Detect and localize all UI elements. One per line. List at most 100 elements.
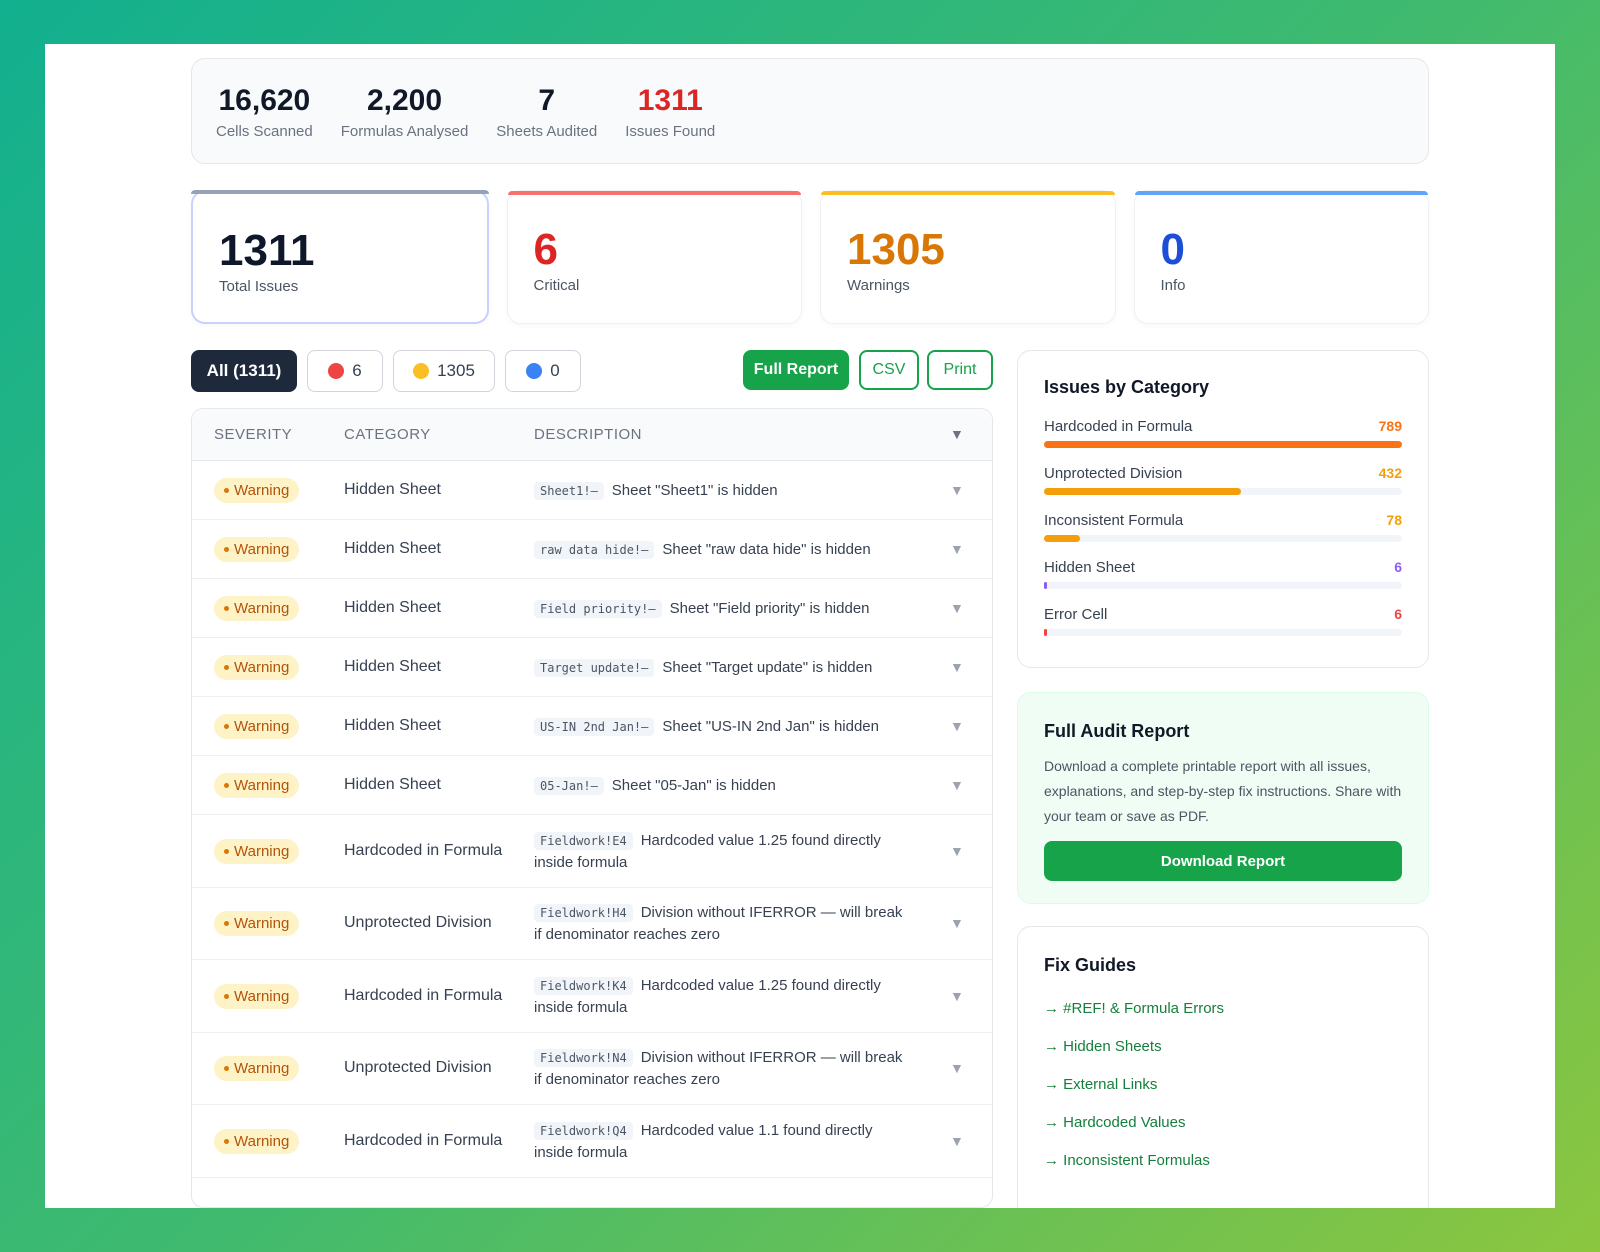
table-row[interactable]: Warning Hidden Sheet 05-Jan!— Sheet "05-Jan…: [192, 756, 992, 815]
severity-badge: Warning: [214, 1056, 300, 1081]
filter-warning[interactable]: 1305: [393, 350, 495, 392]
chevron-down-icon[interactable]: ▼: [950, 988, 964, 1004]
fix-guide-link[interactable]: → External Links: [1044, 1076, 1402, 1093]
table-row[interactable]: Warning Hidden Sheet Field priority!— Sheet…: [192, 579, 992, 638]
severity-badge: Warning: [214, 1128, 300, 1154]
header-category[interactable]: CATEGORY: [344, 426, 431, 443]
filter-critical[interactable]: 6: [307, 350, 383, 392]
severity-badge: Warning: [214, 477, 300, 503]
severity-label: Warning: [234, 1060, 290, 1077]
filter-info[interactable]: 0: [505, 350, 581, 392]
table-row[interactable]: Warning Hidden Sheet Sheet1!— Sheet "Sheet1…: [192, 461, 992, 520]
category-progress-fill: [1044, 582, 1047, 589]
severity-badge: Warning: [214, 713, 300, 739]
stat-cells-scanned: 16,620 Cells Scanned: [216, 83, 313, 140]
description-cell: Field priority!— Sheet "Field priority" i…: [534, 598, 914, 620]
table-row[interactable]: Warning Hardcoded in Formula Fieldwork!Q4 H…: [192, 1105, 992, 1178]
card-accent-bar: [507, 191, 801, 195]
category-cell: Hardcoded in Formula: [344, 841, 503, 859]
category-cell: Hardcoded in Formula: [344, 986, 503, 1004]
card-info[interactable]: 0 Info: [1133, 190, 1429, 324]
table-row[interactable]: Warning Hardcoded in Formula Fieldwork!E4 H…: [192, 815, 992, 888]
description-cell: Fieldwork!N4 Division without IFERROR — w…: [534, 1047, 914, 1090]
fix-guide-link[interactable]: → Inconsistent Formulas: [1044, 1152, 1402, 1169]
category-cell: Unprotected Division: [344, 914, 492, 931]
chevron-down-icon[interactable]: ▼: [950, 1060, 964, 1076]
chevron-down-icon[interactable]: ▼: [950, 718, 964, 734]
print-button[interactable]: Print: [927, 350, 993, 390]
card-label: Warnings: [847, 277, 910, 294]
fix-guide-link[interactable]: → #REF! & Formula Errors: [1044, 1000, 1402, 1017]
blue-dot-icon: [526, 363, 543, 379]
cell-reference: raw data hide!—: [534, 540, 655, 559]
download-report-button[interactable]: Download Report: [1044, 841, 1402, 881]
issue-text: Sheet "US-IN 2nd Jan" is hidden: [662, 717, 879, 735]
card-total-issues[interactable]: 1311 Total Issues: [191, 190, 489, 324]
severity-label: Warning: [234, 481, 290, 499]
header-severity[interactable]: SEVERITY: [214, 426, 292, 443]
warning-dot-icon: [224, 546, 229, 552]
chevron-down-icon[interactable]: ▼: [950, 843, 964, 859]
category-progress-fill: [1044, 441, 1402, 448]
csv-button[interactable]: CSV: [859, 350, 919, 390]
card-accent-bar: [821, 191, 1115, 195]
severity-label: Warning: [234, 658, 290, 676]
category-count: 78: [1386, 512, 1402, 528]
severity-label: Warning: [234, 987, 290, 1005]
filter-bar: All (1311) 6 1305 0 Full Report CSV Prin…: [191, 350, 993, 392]
audit-description: Download a complete printable report wit…: [1044, 758, 1402, 824]
chevron-down-icon[interactable]: ▼: [950, 659, 964, 675]
filter-all[interactable]: All (1311): [191, 350, 297, 392]
category-name: Hardcoded in Formula: [1044, 418, 1193, 435]
guide-list: → #REF! & Formula Errors → Hidden Sheets →…: [1044, 1000, 1402, 1169]
cell-reference: Fieldwork!E4: [534, 831, 633, 850]
severity-label: Warning: [234, 915, 290, 932]
chevron-down-icon[interactable]: ▼: [950, 600, 964, 616]
chevron-down-icon[interactable]: ▼: [950, 482, 964, 498]
table-row[interactable]: Warning Hidden Sheet raw data hide!— Sheet …: [192, 520, 992, 579]
warning-dot-icon: [224, 1138, 229, 1144]
table-row[interactable]: Warning Hidden Sheet US-IN 2nd Jan!— Sheet …: [192, 697, 992, 756]
category-cell: Hidden Sheet: [344, 657, 441, 675]
category-count: 432: [1378, 465, 1402, 481]
full-report-button[interactable]: Full Report: [743, 350, 849, 390]
filter-warning-count: 1305: [437, 361, 475, 380]
table-row[interactable]: Warning Hardcoded in Formula Fieldwork!K4 H…: [192, 960, 992, 1033]
filter-critical-count: 6: [352, 361, 362, 380]
warning-dot-icon: [224, 848, 229, 854]
header-description[interactable]: DESCRIPTION: [534, 426, 642, 443]
panel-title: Fix Guides: [1044, 955, 1137, 975]
warning-dot-icon: [224, 921, 229, 926]
category-progress-track: [1044, 441, 1402, 448]
category-item[interactable]: Hidden Sheet 6: [1044, 559, 1402, 589]
description-cell: raw data hide!— Sheet "raw data hide" is …: [534, 539, 914, 561]
audit-report-panel: Full Audit Report Download a complete pr…: [1017, 692, 1429, 904]
category-item[interactable]: Unprotected Division 432: [1044, 465, 1402, 495]
severity-badge: Warning: [214, 772, 300, 798]
issue-text: Sheet "Target update" is hidden: [662, 658, 873, 676]
table-row[interactable]: Warning Unprotected Division Fieldwork!H4 D…: [192, 888, 992, 960]
table-row[interactable]: Warning Hidden Sheet Target update!— Sheet …: [192, 638, 992, 697]
severity-label: Warning: [234, 1132, 290, 1150]
category-cell: Hidden Sheet: [344, 775, 441, 793]
description-cell: Target update!— Sheet "Target update" is …: [534, 657, 914, 679]
chevron-down-icon[interactable]: ▼: [950, 777, 964, 793]
category-progress-track: [1044, 629, 1402, 636]
chevron-down-icon[interactable]: ▼: [950, 1133, 964, 1149]
chevron-down-icon[interactable]: ▼: [950, 426, 964, 442]
issue-text: Sheet "raw data hide" is hidden: [662, 540, 871, 558]
description-cell: Fieldwork!K4 Hardcoded value 1.25 found d…: [534, 975, 914, 1018]
stat-formulas-analysed: 2,200 Formulas Analysed: [341, 83, 469, 140]
card-value: 6: [533, 225, 558, 274]
fix-guide-link[interactable]: → Hardcoded Values: [1044, 1114, 1402, 1131]
category-item[interactable]: Inconsistent Formula 78: [1044, 512, 1402, 542]
chevron-down-icon[interactable]: ▼: [950, 541, 964, 557]
table-row[interactable]: Warning Unprotected Division Fieldwork!N4 D…: [192, 1033, 992, 1105]
category-cell: Hidden Sheet: [344, 716, 441, 734]
chevron-down-icon[interactable]: ▼: [950, 915, 964, 931]
fix-guide-link[interactable]: → Hidden Sheets: [1044, 1038, 1402, 1055]
category-item[interactable]: Error Cell 6: [1044, 606, 1402, 636]
card-critical[interactable]: 6 Critical: [506, 190, 802, 324]
category-item[interactable]: Hardcoded in Formula 789: [1044, 418, 1402, 448]
card-warnings[interactable]: 1305 Warnings: [820, 190, 1116, 324]
